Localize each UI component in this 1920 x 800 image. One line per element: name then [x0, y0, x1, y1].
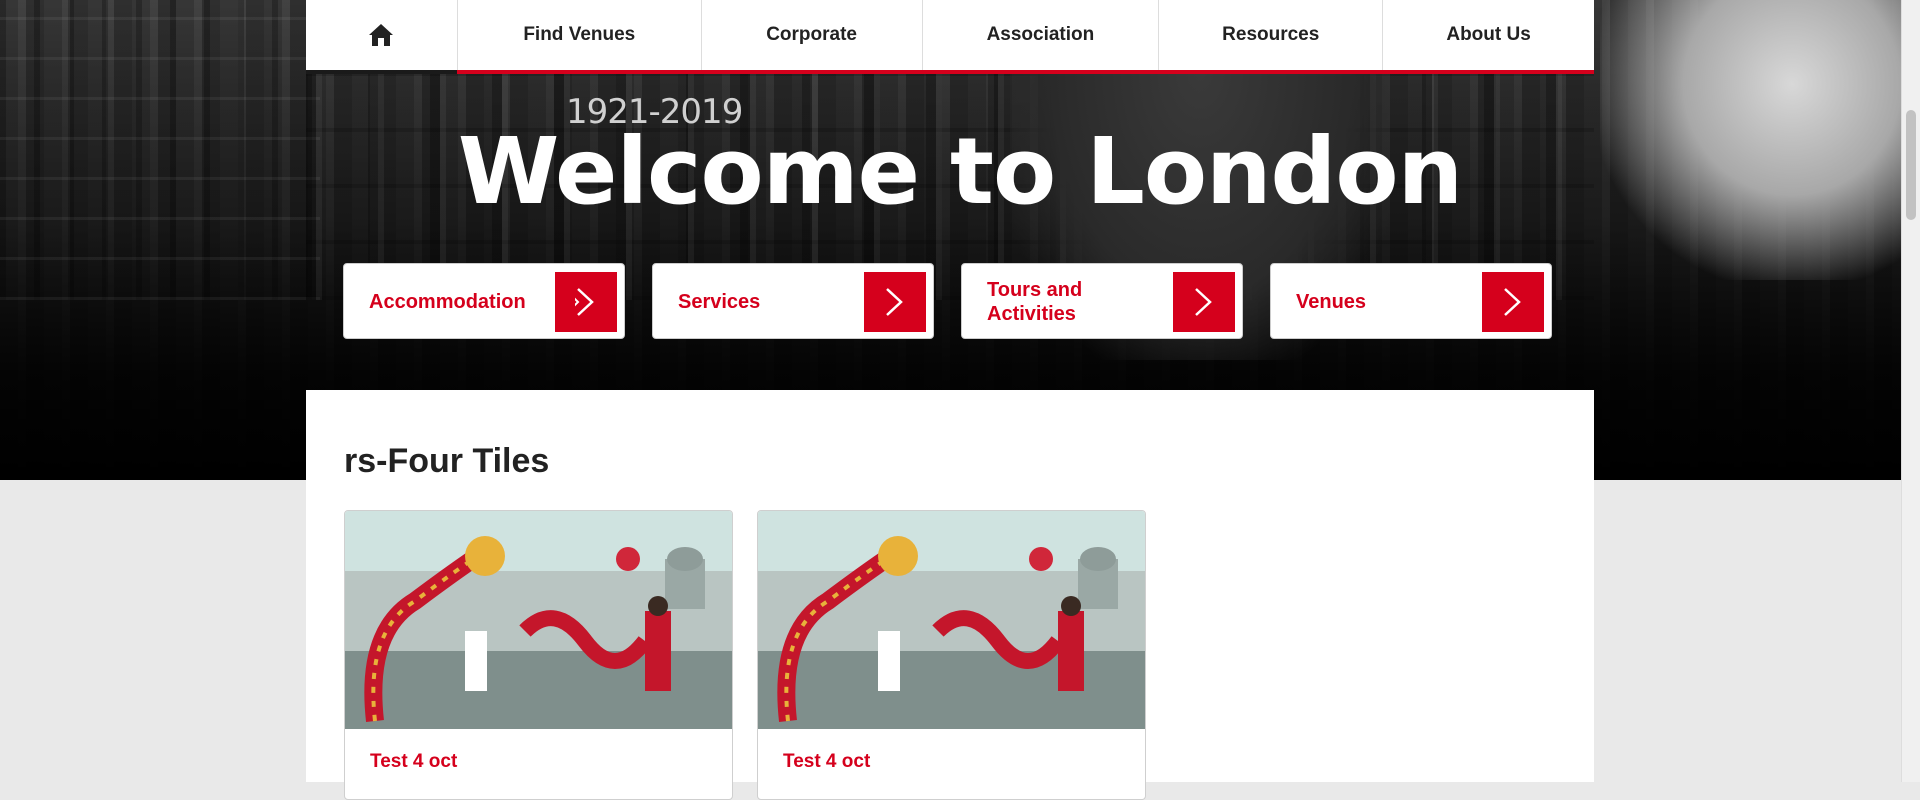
nav-item-association[interactable]: Association: [923, 0, 1160, 70]
dragon-dance-photo: [345, 511, 732, 729]
chevron-right-icon: [1173, 272, 1235, 332]
scrollbar-thumb[interactable]: [1906, 110, 1916, 220]
tile-card[interactable]: Test 4 oct: [757, 510, 1146, 800]
section-title: rs-Four Tiles: [344, 442, 550, 480]
nav-item-find-venues[interactable]: Find Venues: [458, 0, 702, 70]
main-navigation: Find Venues Corporate Association Resour…: [306, 0, 1594, 74]
accommodation-button[interactable]: Accommodation: [343, 263, 625, 339]
nav-item-resources[interactable]: Resources: [1159, 0, 1384, 70]
chevron-right-icon: [864, 272, 926, 332]
nav-item-corporate[interactable]: Corporate: [702, 0, 923, 70]
cta-label: Accommodation: [369, 291, 526, 313]
cta-label: Services: [678, 291, 761, 313]
tile-card[interactable]: Test 4 oct: [344, 510, 733, 800]
chevron-right-icon: [555, 272, 617, 332]
nav-home-link[interactable]: [306, 0, 458, 74]
tours-and-activities-button[interactable]: Tours and Activities: [961, 263, 1243, 339]
services-button[interactable]: Services: [652, 263, 934, 339]
hero-title: Welcome to London: [457, 118, 1463, 225]
tile-caption: Test 4 oct: [370, 751, 458, 772]
chevron-right-icon: [1482, 272, 1544, 332]
cta-label: Venues: [1296, 291, 1367, 313]
dragon-dance-photo: [758, 511, 1145, 729]
home-icon: [369, 24, 394, 46]
content-panel: rs-Four Tiles Test 4 oct Test 4 oct: [306, 390, 1594, 800]
nav-item-about-us[interactable]: About Us: [1383, 0, 1594, 70]
venues-button[interactable]: Venues: [1270, 263, 1552, 339]
tile-caption: Test 4 oct: [783, 751, 871, 772]
page-scrollbar[interactable]: [1901, 0, 1920, 782]
cta-label: Tours and Activities: [987, 279, 1083, 325]
